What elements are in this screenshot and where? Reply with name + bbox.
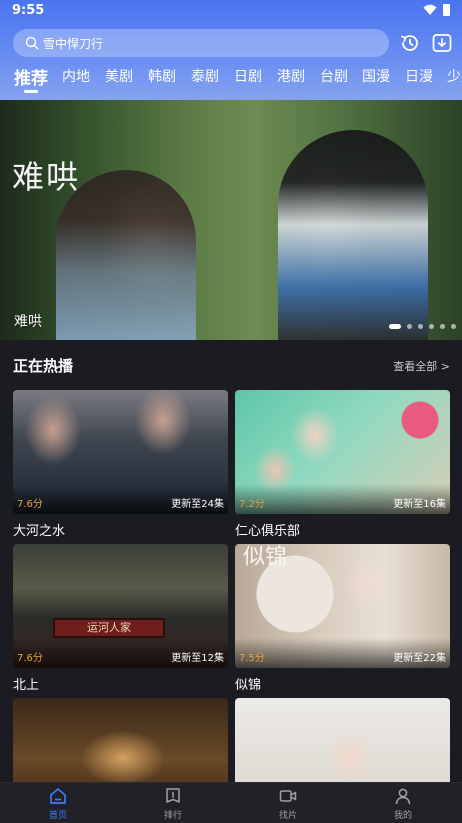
profile-icon (395, 788, 411, 805)
nav-profile[interactable]: 我的 (373, 787, 433, 821)
episode-status: 更新至12集 (171, 653, 224, 664)
show-title: 北上 (13, 678, 40, 693)
show-rating: 7.5分 (239, 653, 265, 664)
poster-sign: 运河人家 (53, 618, 165, 638)
pagination-dot (440, 324, 445, 329)
nav-find-video-label: 找片 (278, 811, 297, 821)
tab-recommend[interactable]: 推荐 (14, 66, 48, 89)
show-title: 大河之水 (13, 524, 66, 539)
nav-ranking[interactable]: 排行 (143, 787, 203, 821)
tab-thai-drama[interactable]: 泰剧 (191, 66, 219, 86)
banner-calligraphy-title: 难哄 (12, 158, 81, 196)
featured-banner[interactable]: 难哄 难哄 (0, 100, 462, 340)
search-bar[interactable]: 雪中悍刀行 (13, 29, 389, 57)
banner-figure-right (278, 130, 428, 340)
show-title: 似锦 (235, 678, 262, 693)
download-icon[interactable] (431, 32, 453, 54)
search-icon (25, 36, 39, 50)
battery-icon (443, 4, 450, 16)
nav-profile-label: 我的 (393, 811, 412, 821)
tab-korean-drama[interactable]: 韩剧 (148, 66, 176, 86)
show-title: 仁心俱乐部 (235, 524, 301, 539)
show-card[interactable]: 7.2分 更新至16集 仁心俱乐部 (235, 390, 450, 539)
category-tabs: 推荐 内地 美剧 韩剧 泰剧 日剧 港剧 台剧 国漫 日漫 少儿 (0, 66, 462, 92)
show-rating: 7.6分 (17, 499, 43, 510)
tab-japanese-anime[interactable]: 日漫 (405, 66, 433, 86)
nav-home-label: 首页 (48, 811, 67, 821)
show-card[interactable]: 7.6分 更新至24集 大河之水 (13, 390, 228, 539)
video-camera-icon (279, 790, 297, 802)
episode-status: 更新至16集 (393, 499, 446, 510)
show-poster: 运河人家 7.6分 更新至12集 (13, 544, 228, 668)
show-poster: 7.6分 更新至24集 (13, 390, 228, 514)
episode-status: 更新至24集 (171, 499, 224, 510)
show-rating: 7.6分 (17, 653, 43, 664)
banner-pagination (389, 324, 456, 329)
search-input-text: 雪中悍刀行 (43, 36, 104, 51)
tab-tw-drama[interactable]: 台剧 (320, 66, 348, 86)
tab-hk-drama[interactable]: 港剧 (277, 66, 305, 86)
home-icon (50, 788, 66, 804)
nav-ranking-label: 排行 (163, 811, 182, 821)
history-icon[interactable] (399, 32, 421, 54)
tab-mainland[interactable]: 内地 (62, 66, 90, 86)
nav-home[interactable]: 首页 (28, 787, 88, 821)
show-rating: 7.2分 (239, 499, 265, 510)
pagination-dot (418, 324, 423, 329)
section-title: 正在热播 (13, 357, 74, 375)
pagination-dot (407, 324, 412, 329)
status-time: 9:55 (12, 3, 45, 18)
tab-japanese-drama[interactable]: 日剧 (234, 66, 262, 86)
show-card[interactable]: 似锦 7.5分 更新至22集 似锦 (235, 544, 450, 693)
tab-chinese-anime[interactable]: 国漫 (362, 66, 390, 86)
tab-kids[interactable]: 少儿 (447, 66, 462, 86)
pagination-dot-active (389, 324, 401, 329)
banner-title: 难哄 (14, 314, 42, 330)
pagination-dot (429, 324, 434, 329)
ranking-icon (166, 788, 180, 803)
pagination-dot (451, 324, 456, 329)
active-tab-indicator (24, 90, 38, 93)
show-card[interactable]: 运河人家 7.6分 更新至12集 北上 (13, 544, 228, 693)
wifi-icon (423, 4, 437, 15)
status-icons (423, 4, 450, 16)
poster-calligraphy: 似锦 (243, 545, 288, 570)
show-poster: 似锦 7.5分 更新至22集 (235, 544, 450, 668)
nav-find-video[interactable]: 找片 (258, 787, 318, 821)
bottom-navigation: 首页 排行 找片 我的 (0, 782, 462, 823)
show-poster: 7.2分 更新至16集 (235, 390, 450, 514)
episode-status: 更新至22集 (393, 653, 446, 664)
view-all-link[interactable]: 查看全部 > (393, 358, 450, 374)
status-bar: 9:55 (0, 0, 462, 22)
tab-us-drama[interactable]: 美剧 (105, 66, 133, 86)
